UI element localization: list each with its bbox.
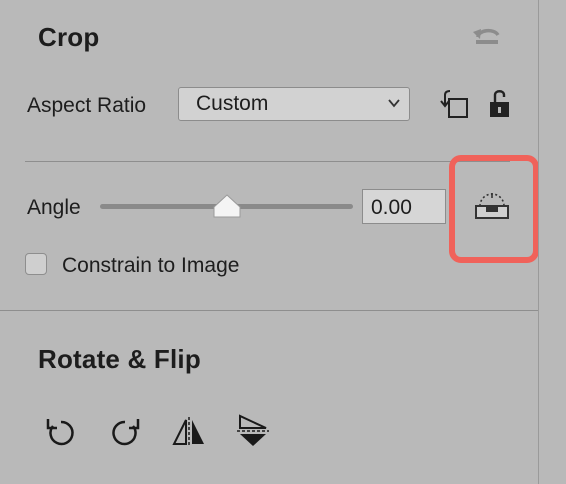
angle-value: 0.00	[371, 196, 412, 219]
angle-label: Angle	[27, 196, 81, 219]
rotate-left-icon[interactable]	[44, 416, 78, 450]
constrain-checkbox[interactable]	[25, 253, 47, 275]
aspect-ratio-select[interactable]: Custom	[178, 87, 410, 121]
crop-section-title: Crop	[38, 22, 100, 52]
flip-vertical-icon[interactable]	[236, 414, 270, 448]
constrain-label: Constrain to Image	[62, 254, 240, 277]
lock-icon[interactable]	[487, 88, 513, 120]
rotate-flip-section-title: Rotate & Flip	[38, 344, 201, 374]
section-divider	[0, 310, 538, 311]
aspect-ratio-value: Custom	[196, 92, 269, 115]
aspect-ratio-label: Aspect Ratio	[27, 94, 147, 117]
rotate-right-icon[interactable]	[108, 416, 142, 450]
angle-slider-thumb[interactable]	[213, 194, 241, 218]
crop-divider	[25, 161, 510, 162]
flip-horizontal-icon[interactable]	[172, 416, 206, 448]
straighten-highlight	[449, 155, 539, 263]
reset-icon[interactable]	[470, 24, 504, 50]
angle-input[interactable]: 0.00	[362, 189, 446, 224]
chevron-down-icon	[388, 99, 400, 108]
rotate-crop-icon[interactable]	[436, 89, 470, 119]
adjacent-panel-clipped	[539, 0, 566, 484]
